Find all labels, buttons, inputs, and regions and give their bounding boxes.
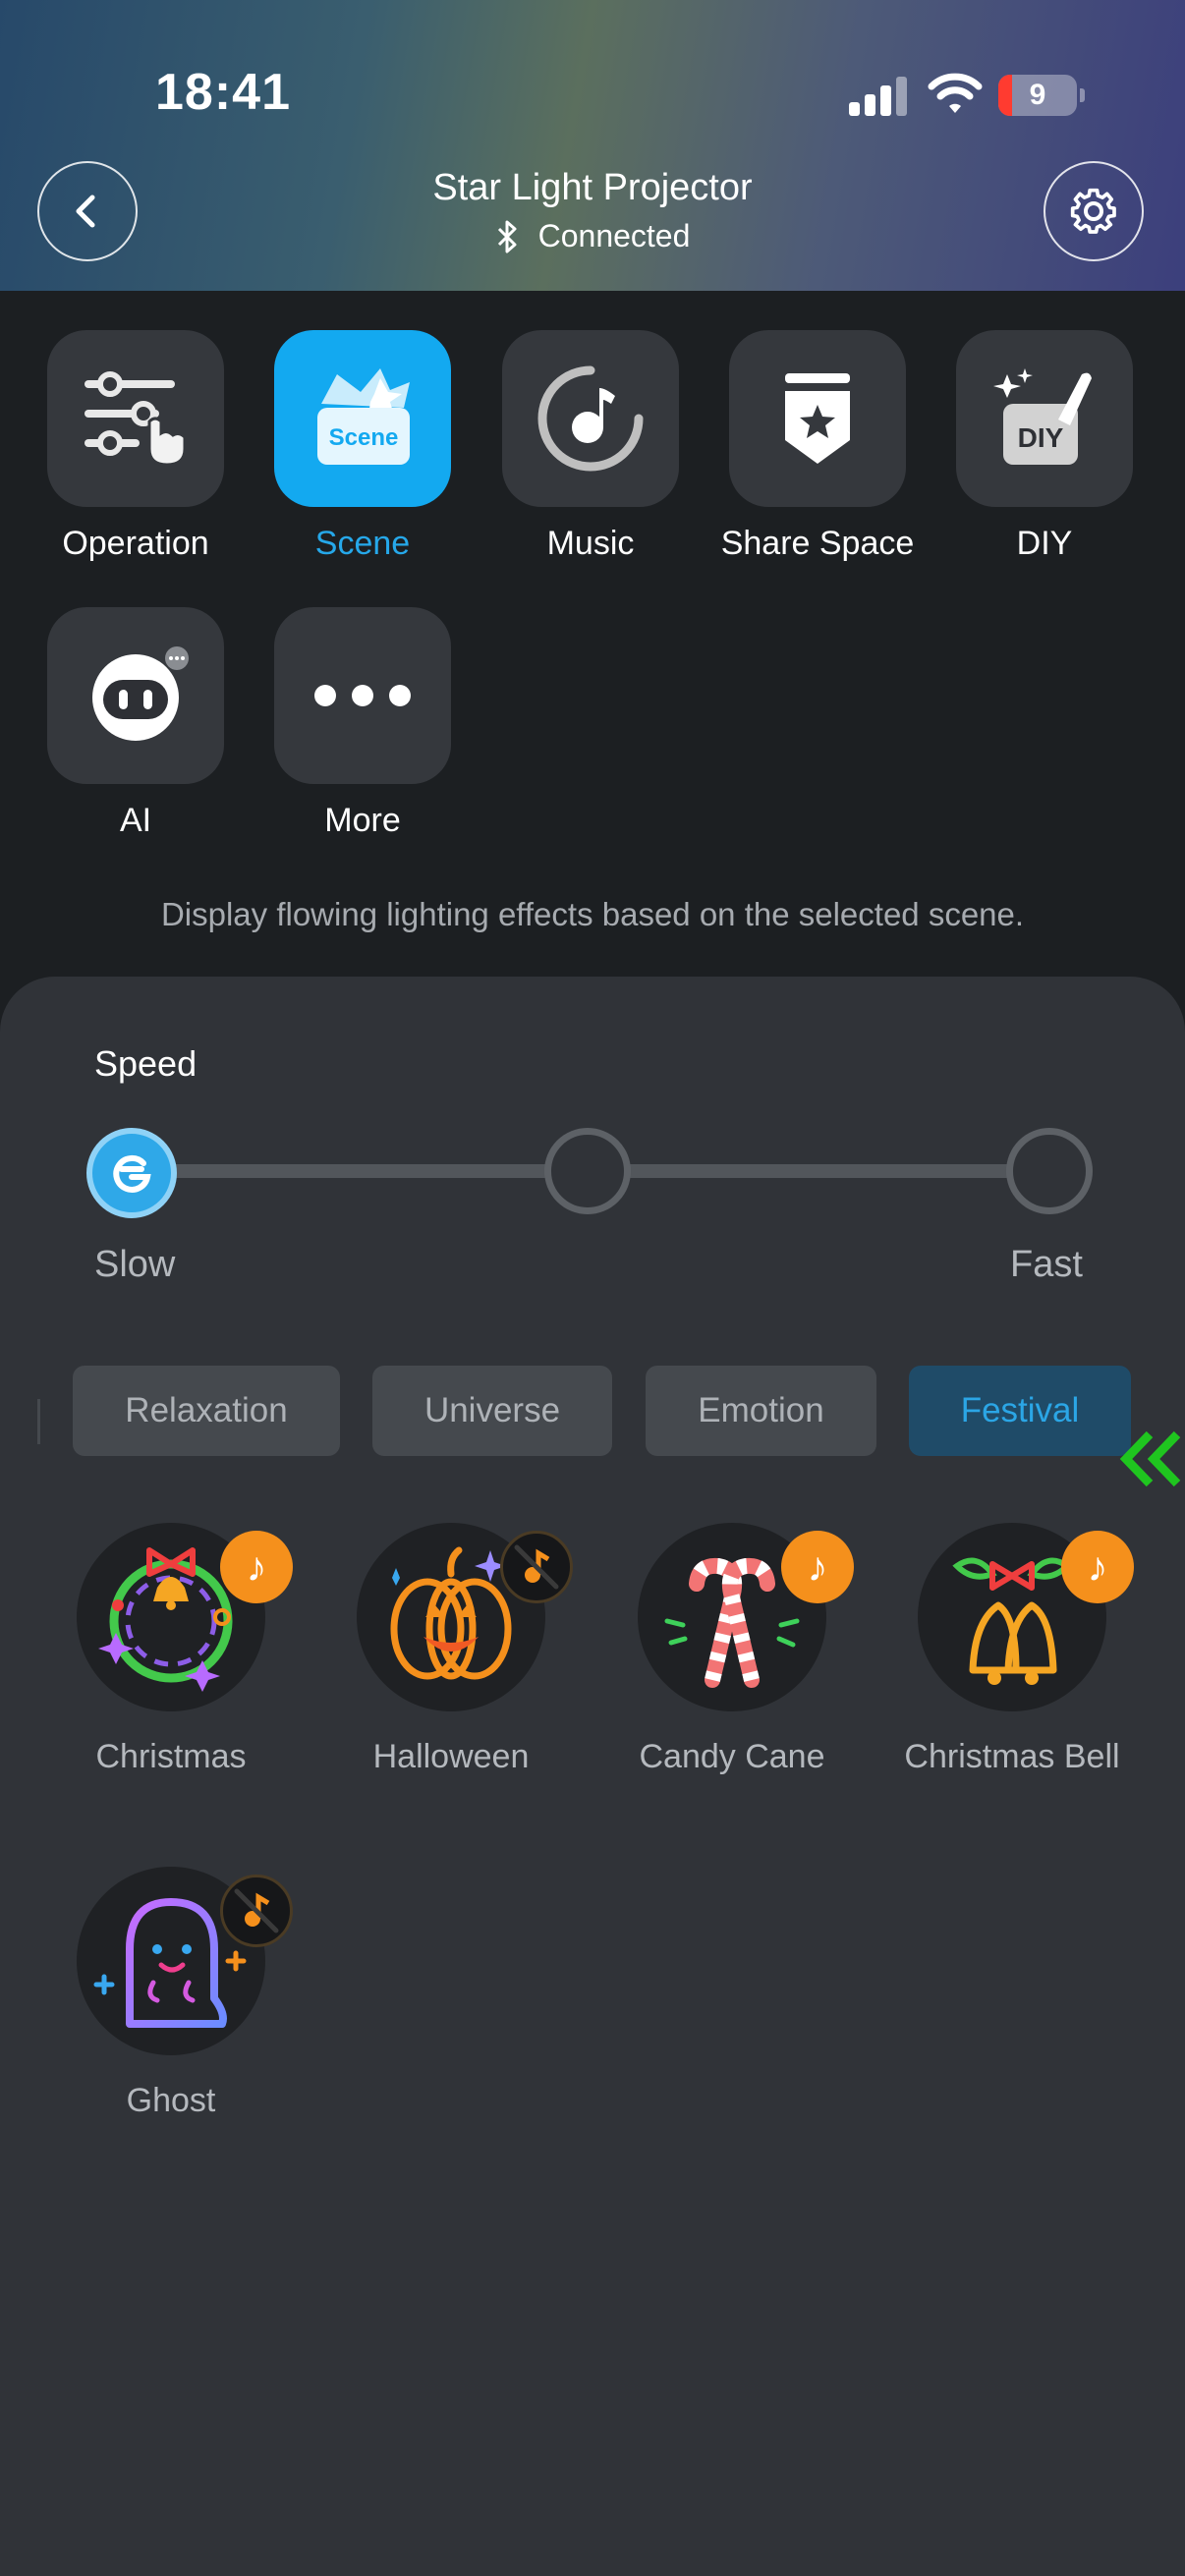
scene-disc xyxy=(77,1867,293,2055)
scene-disc: ♪ xyxy=(638,1523,854,1711)
music-off-badge xyxy=(220,1875,293,1947)
tab-universe[interactable]: Universe xyxy=(372,1366,612,1456)
cellular-signal-icon xyxy=(849,77,908,116)
feature-more[interactable]: More xyxy=(250,607,476,840)
music-on-badge: ♪ xyxy=(220,1531,293,1603)
scene-candy-cane[interactable]: ♪ Candy Cane xyxy=(604,1523,860,1778)
gear-icon xyxy=(1070,188,1116,234)
feature-scene[interactable]: Scene Scene xyxy=(250,330,476,563)
tab-festival[interactable]: Festival xyxy=(909,1366,1131,1456)
feature-tile: DIY xyxy=(956,330,1133,507)
feature-ai[interactable]: AI xyxy=(23,607,249,840)
scene-description: Display flowing lighting effects based o… xyxy=(160,896,1025,932)
music-note-icon xyxy=(537,365,644,472)
diy-icon: DIY xyxy=(993,368,1092,465)
scene-name: Halloween xyxy=(372,1738,530,1775)
connection-status: Connected xyxy=(0,218,1185,254)
feature-tile xyxy=(502,330,679,507)
feature-tile xyxy=(47,607,224,784)
speed-step-medium[interactable] xyxy=(544,1128,631,1214)
music-on-badge: ♪ xyxy=(1061,1531,1134,1603)
music-off-badge xyxy=(500,1531,573,1603)
speed-step-fast[interactable] xyxy=(1006,1128,1093,1214)
header: 18:41 9 Star Light Projector Connected xyxy=(0,0,1185,291)
feature-label: Operation xyxy=(62,525,209,562)
connection-label: Connected xyxy=(537,218,691,253)
svg-text:DIY: DIY xyxy=(1018,422,1064,453)
settings-button[interactable] xyxy=(1044,161,1144,261)
scene-ghost[interactable]: Ghost xyxy=(43,1867,299,2122)
tab-relaxation[interactable]: Relaxation xyxy=(73,1366,340,1456)
scene-disc xyxy=(357,1523,573,1711)
sliders-icon xyxy=(85,371,187,467)
feature-share-space[interactable]: Share Space xyxy=(705,330,931,563)
double-chevron-left-icon xyxy=(1119,1430,1181,1487)
music-on-badge: ♪ xyxy=(781,1531,854,1603)
speed-fast-label: Fast xyxy=(1010,1244,1083,1285)
speed-slow-label: Slow xyxy=(94,1244,176,1285)
more-dots-icon xyxy=(314,685,411,706)
scene-name: Christmas xyxy=(95,1738,247,1775)
scene-disc: ♪ xyxy=(918,1523,1134,1711)
battery-level: 9 xyxy=(1029,79,1046,111)
scene-name: Candy Cane xyxy=(639,1738,825,1775)
scene-name: Ghost xyxy=(126,2082,216,2119)
feature-tile xyxy=(47,330,224,507)
feature-label: Share Space xyxy=(720,525,915,562)
feature-music[interactable]: Music xyxy=(478,330,704,563)
feature-operation[interactable]: Operation xyxy=(23,330,249,563)
feature-label: Music xyxy=(546,525,635,562)
wifi-icon xyxy=(928,73,983,113)
scene-disc: ♪ xyxy=(77,1523,293,1711)
feature-label: More xyxy=(324,802,401,839)
feature-label: AI xyxy=(119,802,152,839)
share-space-icon xyxy=(785,373,850,464)
speed-slider-thumb[interactable] xyxy=(86,1128,177,1218)
tabs-scroll-edge xyxy=(37,1399,40,1444)
music-off-icon xyxy=(234,1888,279,1933)
status-time: 18:41 xyxy=(155,64,291,121)
robot-face-icon xyxy=(92,646,189,741)
tab-emotion[interactable]: Emotion xyxy=(646,1366,876,1456)
scene-halloween[interactable]: Halloween xyxy=(323,1523,579,1778)
feature-label: Scene xyxy=(314,525,411,562)
feature-diy[interactable]: DIY DIY xyxy=(931,330,1157,563)
bluetooth-icon xyxy=(497,220,517,252)
svg-text:Scene: Scene xyxy=(329,424,399,451)
brand-logo-icon xyxy=(113,1154,151,1193)
feature-tile xyxy=(729,330,906,507)
battery-icon: 9 xyxy=(998,75,1085,116)
feature-tile xyxy=(274,607,451,784)
scene-name: Christmas Bell xyxy=(904,1738,1120,1775)
scene-icon: Scene xyxy=(317,368,410,465)
feature-tile: Scene xyxy=(274,330,451,507)
scene-christmas-bell[interactable]: ♪ Christmas Bell xyxy=(884,1523,1140,1778)
music-off-icon xyxy=(514,1544,559,1590)
feature-label: DIY xyxy=(1016,525,1073,562)
scene-christmas[interactable]: ♪ Christmas xyxy=(43,1523,299,1778)
device-title: Star Light Projector xyxy=(432,167,753,208)
speed-label: Speed xyxy=(94,1043,198,1084)
